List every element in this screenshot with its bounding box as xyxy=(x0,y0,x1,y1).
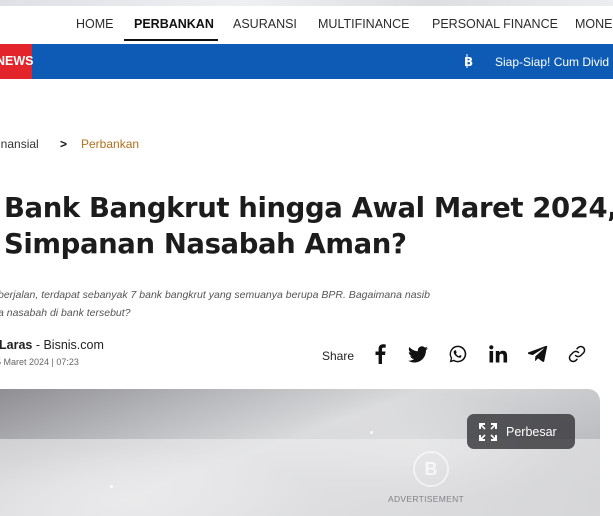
breadcrumb-current[interactable]: Perbankan xyxy=(81,137,139,151)
author-name[interactable]: Laras xyxy=(0,338,32,352)
enlarge-label: Perbesar xyxy=(506,424,557,439)
nav-item-personal-finance[interactable]: PERSONAL FINANCE xyxy=(432,17,558,31)
linkedin-icon[interactable] xyxy=(487,343,509,365)
copy-link-icon[interactable] xyxy=(566,343,588,365)
active-nav-indicator xyxy=(124,39,218,41)
nav-item-multifinance[interactable]: MULTIFINANCE xyxy=(318,17,409,31)
svg-text:B: B xyxy=(464,55,473,68)
article-date: 5 Maret 2024 | 07:23 xyxy=(0,357,79,367)
header-image-strip xyxy=(0,0,613,6)
hero-light-dot xyxy=(110,485,113,488)
advertisement-logo-icon: B xyxy=(413,451,449,487)
top-navigation: HOME PERBANKAN ASURANSI MULTIFINANCE PER… xyxy=(0,0,613,44)
article-lead-line-1: berjalan, terdapat sebanyak 7 bank bangk… xyxy=(0,289,430,301)
article-lead: berjalan, terdapat sebanyak 7 bank bangk… xyxy=(0,286,610,322)
hero-light-dot xyxy=(370,431,373,434)
bisnis-logo-icon: B xyxy=(464,54,473,68)
article-title-line-2: Simpanan Nasabah Aman? xyxy=(4,228,407,260)
share-label: Share xyxy=(322,349,355,363)
article-hero-image xyxy=(0,389,600,516)
article-author: Laras - Bisnis.com xyxy=(0,338,104,352)
page-right-gutter xyxy=(600,389,613,516)
breadcrumb-separator-icon: > xyxy=(60,137,68,151)
telegram-icon[interactable] xyxy=(527,343,549,365)
enlarge-image-button[interactable]: Perbesar xyxy=(467,414,575,449)
facebook-icon[interactable] xyxy=(369,343,391,365)
nav-item-home[interactable]: HOME xyxy=(76,17,114,31)
news-badge: NEWS xyxy=(0,44,34,79)
whatsapp-icon[interactable] xyxy=(447,343,469,365)
nav-item-asuransi[interactable]: ASURANSI xyxy=(233,17,297,31)
advertisement-label: ADVERTISEMENT xyxy=(388,494,465,504)
article-lead-line-2: a nasabah di bank tersebut? xyxy=(0,307,131,319)
ticker-headline-link[interactable]: Siap-Siap! Cum Divid xyxy=(495,55,609,69)
nav-item-perbankan[interactable]: PERBANKAN xyxy=(134,17,214,31)
news-ticker-bar: NEWS B Siap-Siap! Cum Divid xyxy=(0,44,613,79)
author-source: - Bisnis.com xyxy=(32,338,104,352)
twitter-icon[interactable] xyxy=(407,343,429,365)
nav-item-more[interactable]: MONE xyxy=(575,17,613,31)
expand-icon xyxy=(479,422,497,441)
hero-overlay-band xyxy=(0,439,600,516)
article-title-line-1: Bank Bangkrut hingga Awal Maret 2024, xyxy=(4,192,613,224)
article-title: Bank Bangkrut hingga Awal Maret 2024, Si… xyxy=(4,190,613,262)
breadcrumb-parent[interactable]: inansial xyxy=(0,137,39,151)
news-badge-label: NEWS xyxy=(0,54,34,68)
